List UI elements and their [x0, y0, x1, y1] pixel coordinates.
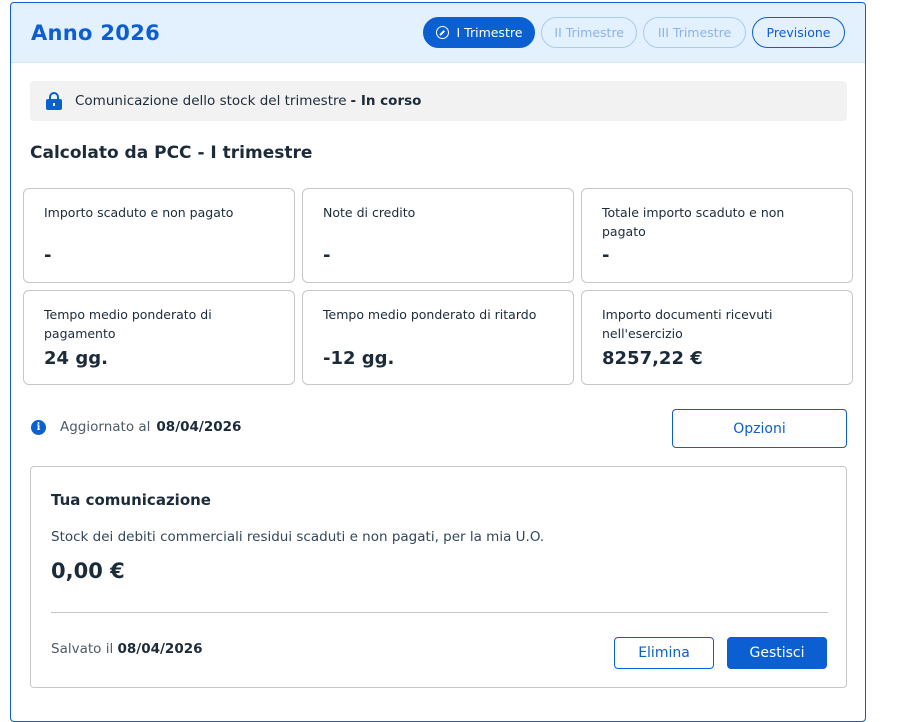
quarter-tabs: I Trimestre II Trimestre III Trimestre P… — [422, 17, 845, 48]
metric-card: Importo scaduto e non pagato - — [23, 188, 295, 283]
delete-button[interactable]: Elimina — [614, 637, 714, 669]
tab-ii-trimestre[interactable]: II Trimestre — [541, 17, 637, 48]
metric-label: Importo scaduto e non pagato — [44, 205, 234, 220]
metric-value: -12 gg. — [323, 348, 395, 369]
tab-label: Previsione — [766, 25, 831, 40]
metric-value: 8257,22 € — [602, 348, 703, 369]
metric-card: Totale importo scaduto e non pagato - — [581, 188, 853, 283]
metrics-grid: Importo scaduto e non pagato - Note di c… — [23, 188, 853, 385]
info-icon: i — [31, 419, 46, 435]
divider — [51, 612, 828, 613]
updated-label: Aggiornato al — [60, 419, 151, 435]
saved-date: 08/04/2026 — [117, 641, 203, 657]
tab-iii-trimestre[interactable]: III Trimestre — [643, 17, 746, 48]
year-panel: Anno 2026 I Trimestre II Trimestre III T… — [10, 2, 866, 722]
metric-label: Note di credito — [323, 205, 416, 220]
metric-value: - — [602, 245, 610, 266]
notice-status: - In corso — [350, 93, 422, 109]
status-notice: Comunicazione dello stock del trimestre … — [30, 81, 847, 121]
communication-title: Tua comunicazione — [51, 491, 211, 509]
notice-text: Comunicazione dello stock del trimestre — [75, 93, 347, 109]
communication-amount: 0,00 € — [51, 559, 125, 583]
metric-card: Tempo medio ponderato di pagamento 24 gg… — [23, 290, 295, 385]
metric-card: Tempo medio ponderato di ritardo -12 gg. — [302, 290, 574, 385]
metric-label: Tempo medio ponderato di ritardo — [323, 307, 537, 322]
communication-description: Stock dei debiti commerciali residui sca… — [51, 529, 545, 545]
metric-value: 24 gg. — [44, 348, 108, 369]
tab-label: I Trimestre — [456, 25, 523, 40]
saved-info: Salvato il 08/04/2026 — [51, 641, 203, 657]
tab-previsione[interactable]: Previsione — [752, 17, 845, 48]
metric-label: Totale importo scaduto e non pagato — [602, 205, 785, 239]
edit-icon — [435, 26, 449, 39]
page-title: Anno 2026 — [31, 20, 161, 45]
metric-label: Importo documenti ricevuti nell'esercizi… — [602, 307, 773, 341]
tab-i-trimestre[interactable]: I Trimestre — [422, 17, 536, 48]
metric-value: - — [323, 245, 331, 266]
metric-value: - — [44, 245, 52, 266]
tab-label: III Trimestre — [657, 25, 732, 40]
metric-label: Tempo medio ponderato di pagamento — [44, 307, 212, 341]
panel-header: Anno 2026 I Trimestre II Trimestre III T… — [11, 3, 865, 63]
lock-open-icon — [46, 92, 62, 110]
updated-date: 08/04/2026 — [156, 419, 242, 435]
manage-button[interactable]: Gestisci — [727, 637, 827, 669]
tab-label: II Trimestre — [554, 25, 624, 40]
options-button[interactable]: Opzioni — [672, 409, 847, 448]
saved-label: Salvato il — [51, 641, 114, 657]
section-title: Calcolato da PCC - I trimestre — [30, 143, 313, 163]
updated-info: i Aggiornato al 08/04/2026 — [31, 419, 241, 435]
metric-card: Note di credito - — [302, 188, 574, 283]
metric-card: Importo documenti ricevuti nell'esercizi… — [581, 290, 853, 385]
communication-card: Tua comunicazione Stock dei debiti comme… — [30, 466, 847, 688]
